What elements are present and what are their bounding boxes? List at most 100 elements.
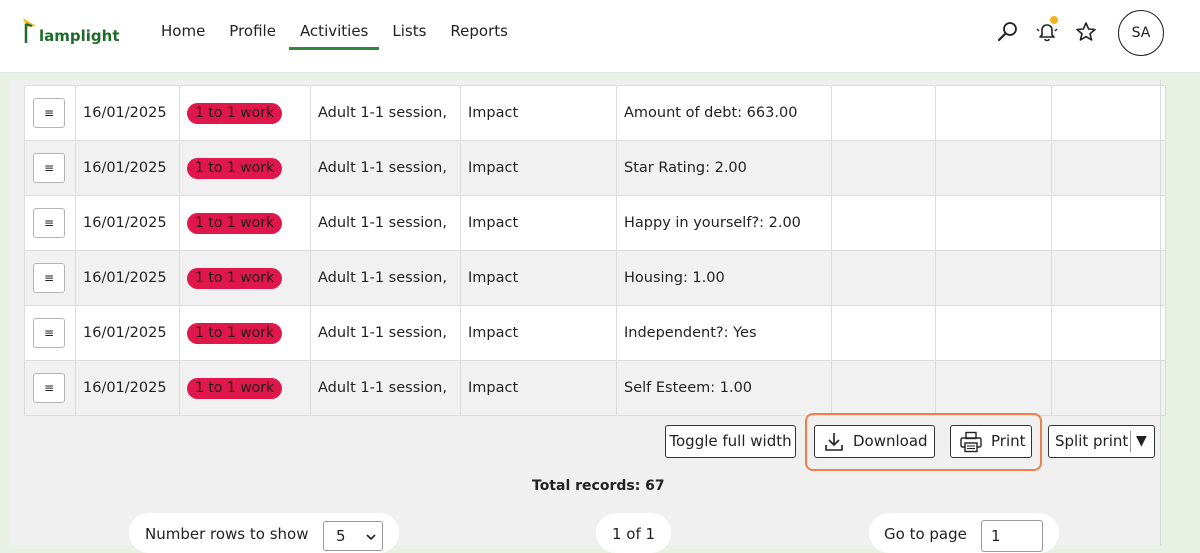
detail-cell: Amount of debt: 663.00 — [616, 85, 832, 141]
type-cell: Impact — [460, 85, 617, 141]
row-menu-cell: ≡ — [24, 250, 76, 306]
type-cell: Impact — [460, 360, 617, 416]
nav-lists[interactable]: Lists — [381, 0, 437, 62]
row-menu-cell: ≡ — [24, 140, 76, 196]
top-header: lamplight Home Profile Activities Lists … — [0, 0, 1200, 73]
toggle-full-width-button[interactable]: Toggle full width — [665, 425, 796, 458]
tag-cell: 1 to 1 work — [179, 85, 311, 141]
activity-tag[interactable]: 1 to 1 work — [187, 212, 283, 234]
table-row[interactable]: ≡ 16/01/2025 1 to 1 work Adult 1-1 session,… — [24, 360, 1166, 416]
search-icon[interactable] — [996, 20, 1020, 44]
empty-cell — [935, 140, 1052, 196]
activity-tag[interactable]: 1 to 1 work — [187, 377, 283, 399]
split-print-label: Split print — [1055, 432, 1129, 450]
activity-tag[interactable]: 1 to 1 work — [187, 102, 283, 124]
empty-cell — [831, 305, 936, 361]
bell-icon[interactable] — [1035, 16, 1059, 44]
printer-icon — [960, 431, 982, 453]
split-divider — [1130, 431, 1131, 452]
panel-border — [1160, 80, 1161, 545]
date-cell: 16/01/2025 — [75, 360, 180, 416]
split-print-button[interactable]: Split print ▼ — [1048, 425, 1155, 458]
activity-tag[interactable]: 1 to 1 work — [187, 157, 283, 179]
lamp-icon — [23, 18, 36, 43]
empty-cell — [831, 140, 936, 196]
activity-cell: Adult 1-1 session, — [310, 360, 461, 416]
type-cell: Impact — [460, 195, 617, 251]
activity-tag[interactable]: 1 to 1 work — [187, 322, 283, 344]
detail-cell: Independent?: Yes — [616, 305, 832, 361]
download-icon — [825, 433, 843, 451]
nav-activities[interactable]: Activities — [288, 0, 380, 62]
user-avatar[interactable]: SA — [1118, 10, 1164, 56]
notification-dot — [1050, 16, 1058, 24]
date-cell: 16/01/2025 — [75, 250, 180, 306]
print-label: Print — [991, 432, 1026, 450]
row-menu-button[interactable]: ≡ — [33, 318, 65, 348]
row-menu-cell: ≡ — [24, 85, 76, 141]
empty-cell — [1051, 195, 1166, 251]
tag-cell: 1 to 1 work — [179, 305, 311, 361]
detail-cell: Star Rating: 2.00 — [616, 140, 832, 196]
date-cell: 16/01/2025 — [75, 140, 180, 196]
row-menu-cell: ≡ — [24, 195, 76, 251]
empty-cell — [831, 360, 936, 416]
table-row[interactable]: ≡ 16/01/2025 1 to 1 work Adult 1-1 session,… — [24, 140, 1166, 196]
tag-cell: 1 to 1 work — [179, 140, 311, 196]
date-cell: 16/01/2025 — [75, 85, 180, 141]
activity-tag[interactable]: 1 to 1 work — [187, 267, 283, 289]
total-records: Total records: 67 — [532, 478, 665, 494]
tag-cell: 1 to 1 work — [179, 195, 311, 251]
empty-cell — [935, 305, 1052, 361]
print-button[interactable]: Print — [950, 425, 1032, 458]
table-row[interactable]: ≡ 16/01/2025 1 to 1 work Adult 1-1 session,… — [24, 305, 1166, 361]
page-status: 1 of 1 — [611, 525, 656, 543]
empty-cell — [831, 195, 936, 251]
activities-table: ≡ 16/01/2025 1 to 1 work Adult 1-1 session,… — [24, 85, 1166, 416]
rows-per-page-value: 5 — [336, 527, 346, 545]
empty-cell — [1051, 85, 1166, 141]
row-menu-cell: ≡ — [24, 360, 76, 416]
nav-home[interactable]: Home — [150, 0, 216, 62]
brand-logo[interactable]: lamplight — [22, 16, 120, 44]
rows-per-page-select[interactable]: 5 — [323, 521, 383, 551]
empty-cell — [831, 85, 936, 141]
tag-cell: 1 to 1 work — [179, 360, 311, 416]
table-row[interactable]: ≡ 16/01/2025 1 to 1 work Adult 1-1 session,… — [24, 85, 1166, 141]
empty-cell — [1051, 140, 1166, 196]
activity-cell: Adult 1-1 session, — [310, 195, 461, 251]
detail-cell: Happy in yourself?: 2.00 — [616, 195, 832, 251]
empty-cell — [1051, 250, 1166, 306]
go-to-page-label: Go to page — [884, 525, 967, 543]
star-icon[interactable] — [1074, 20, 1098, 44]
download-button[interactable]: Download — [814, 425, 935, 458]
detail-cell: Self Esteem: 1.00 — [616, 360, 832, 416]
go-to-page-input[interactable] — [981, 520, 1043, 552]
empty-cell — [935, 195, 1052, 251]
row-menu-button[interactable]: ≡ — [33, 98, 65, 128]
chevron-down-icon[interactable]: ▼ — [1136, 426, 1147, 457]
empty-cell — [1051, 360, 1166, 416]
page-status-pill: 1 of 1 — [596, 513, 671, 553]
row-menu-button[interactable]: ≡ — [33, 263, 65, 293]
table-row[interactable]: ≡ 16/01/2025 1 to 1 work Adult 1-1 session,… — [24, 250, 1166, 306]
brand-name: lamplight — [39, 27, 120, 45]
activity-cell: Adult 1-1 session, — [310, 140, 461, 196]
empty-cell — [1051, 305, 1166, 361]
row-menu-cell: ≡ — [24, 305, 76, 361]
type-cell: Impact — [460, 305, 617, 361]
empty-cell — [935, 250, 1052, 306]
activities-panel: ≡ 16/01/2025 1 to 1 work Adult 1-1 session,… — [10, 80, 1166, 545]
row-menu-button[interactable]: ≡ — [33, 208, 65, 238]
row-menu-button[interactable]: ≡ — [33, 153, 65, 183]
row-menu-button[interactable]: ≡ — [33, 373, 65, 403]
detail-cell: Housing: 1.00 — [616, 250, 832, 306]
date-cell: 16/01/2025 — [75, 305, 180, 361]
chevron-down-icon — [366, 534, 376, 541]
nav-profile[interactable]: Profile — [218, 0, 287, 62]
activity-cell: Adult 1-1 session, — [310, 85, 461, 141]
empty-cell — [935, 85, 1052, 141]
activity-cell: Adult 1-1 session, — [310, 305, 461, 361]
table-row[interactable]: ≡ 16/01/2025 1 to 1 work Adult 1-1 session,… — [24, 195, 1166, 251]
nav-reports[interactable]: Reports — [439, 0, 519, 62]
